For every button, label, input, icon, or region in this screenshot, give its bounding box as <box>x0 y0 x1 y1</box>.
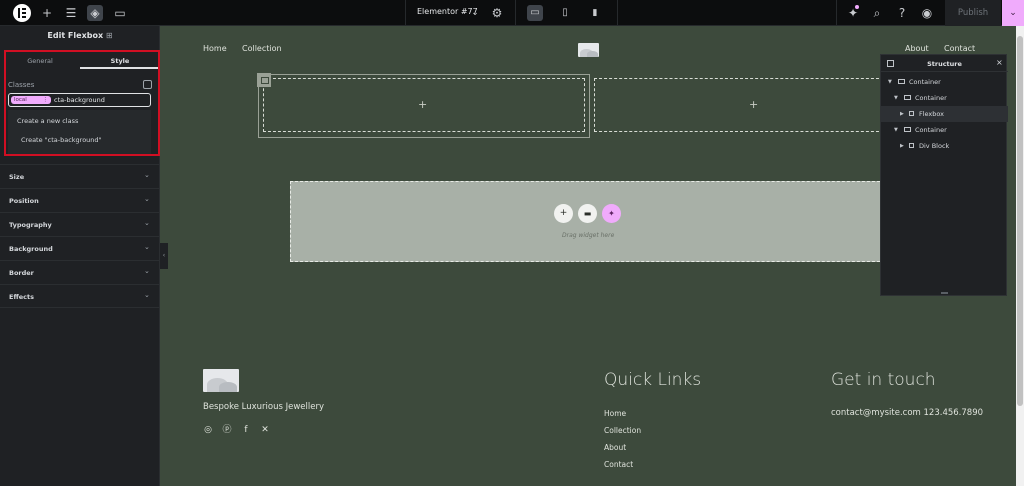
structure-item-container[interactable]: ▼ Container <box>881 122 1008 138</box>
container-icon <box>904 95 911 100</box>
chevron-down-icon: ⌄ <box>144 195 150 203</box>
container-icon <box>904 127 911 132</box>
chevron-down-icon: ⌄ <box>144 267 150 275</box>
top-bar: + ☰ ◈ ▭ Elementor #77 ⌄ ⚙ ▭ ▯ ▮ ✦ ⌕ ? ◉ … <box>0 0 1024 26</box>
section-typography[interactable]: Typography ⌄ <box>0 212 160 236</box>
structure-item-container[interactable]: ▼ Container <box>881 74 1008 90</box>
chevron-down-icon: ⌄ <box>144 219 150 227</box>
caret-down-icon: ▼ <box>894 127 898 133</box>
elementor-logo-icon[interactable] <box>13 4 31 22</box>
tablet-view-icon[interactable]: ▯ <box>557 5 573 21</box>
caret-down-icon: ▼ <box>894 95 898 101</box>
footer-tagline: Bespoke Luxurious Jewellery <box>203 402 324 412</box>
nav-link-contact[interactable]: Contact <box>944 44 975 53</box>
section-background[interactable]: Background ⌄ <box>0 236 160 260</box>
structure-icon[interactable]: ◈ <box>87 5 103 21</box>
chevron-down-icon: ⌄ <box>144 243 150 251</box>
nav-link-collection[interactable]: Collection <box>242 44 282 53</box>
add-widget-plus-icon[interactable]: + <box>418 98 427 111</box>
notification-dot <box>855 5 859 9</box>
contact-info: contact@mysite.com 123.456.7890 <box>831 408 984 418</box>
editor-panel: Edit Flexbox ⊞ General Style Classes loc… <box>0 26 160 486</box>
section-size[interactable]: Size ⌄ <box>0 164 160 188</box>
chevron-down-icon[interactable]: ⌄ <box>467 5 483 21</box>
page-settings-gear-icon[interactable]: ⚙ <box>489 5 505 21</box>
chevron-down-icon: ⌄ <box>144 171 150 179</box>
structure-item-flexbox[interactable]: ▶ Flexbox <box>881 106 1008 122</box>
mobile-view-icon[interactable]: ▮ <box>587 5 603 21</box>
widget-type-icon: ⊞ <box>105 31 113 40</box>
caret-right-icon: ▶ <box>900 111 904 117</box>
chevron-down-icon: ⌄ <box>144 291 150 299</box>
resize-grip-icon[interactable] <box>941 292 948 294</box>
nav-link-about[interactable]: About <box>905 44 929 53</box>
publish-options-chevron-icon[interactable]: ⌄ <box>1002 0 1024 26</box>
nav-link-home[interactable]: Home <box>203 44 227 53</box>
collapse-panel-button[interactable]: ‹ <box>160 243 168 269</box>
x-icon[interactable]: ✕ <box>259 424 271 436</box>
help-icon[interactable]: ? <box>894 5 910 21</box>
structure-header: Structure × <box>881 55 1008 72</box>
div-block-dropzone[interactable] <box>594 78 884 132</box>
ai-sparkle-icon[interactable]: ✦ <box>602 204 621 223</box>
panel-title: Edit Flexbox ⊞ <box>47 31 113 40</box>
section-effects[interactable]: Effects ⌄ <box>0 284 160 308</box>
drag-widget-hint: Drag widget here <box>562 232 615 239</box>
quick-links-heading: Quick Links <box>604 370 702 390</box>
add-section-plus-icon[interactable]: + <box>554 204 573 223</box>
footer-link-collection[interactable]: Collection <box>604 426 641 435</box>
section-position[interactable]: Position ⌄ <box>0 188 160 212</box>
instagram-icon[interactable]: ◎ <box>202 424 214 436</box>
get-in-touch-heading: Get in touch <box>831 370 936 390</box>
flexbox-icon <box>909 111 914 116</box>
footer-link-home[interactable]: Home <box>604 409 626 418</box>
structure-item-container[interactable]: ▼ Container <box>881 90 1008 106</box>
site-settings-icon[interactable]: ☰ <box>63 5 79 21</box>
container-icon <box>898 79 905 84</box>
div-block-icon <box>909 143 914 148</box>
structure-item-div-block[interactable]: ▶ Div Block <box>881 138 1008 154</box>
comments-icon[interactable]: ▭ <box>112 5 128 21</box>
facebook-icon[interactable]: f <box>240 424 252 436</box>
pinterest-icon[interactable]: ⓟ <box>221 424 233 436</box>
publish-button[interactable]: Publish <box>945 0 1001 26</box>
highlight-annotation <box>4 50 160 156</box>
scrollbar-thumb[interactable] <box>1017 36 1023 406</box>
template-library-folder-icon[interactable]: ▬ <box>578 204 597 223</box>
search-icon[interactable]: ⌕ <box>869 5 885 21</box>
add-element-icon[interactable]: + <box>39 5 55 21</box>
footer-link-contact[interactable]: Contact <box>604 460 633 469</box>
footer-logo-image[interactable] <box>203 369 239 392</box>
preview-eye-icon[interactable]: ◉ <box>919 5 935 21</box>
structure-panel: Structure × ▼ Container ▼ Container ▶ Flexb… <box>880 54 1008 296</box>
caret-down-icon: ▼ <box>888 79 892 85</box>
close-icon[interactable]: × <box>996 58 1003 67</box>
add-widget-plus-icon[interactable]: + <box>749 98 758 111</box>
structure-title: Structure <box>927 60 962 68</box>
desktop-view-icon[interactable]: ▭ <box>527 5 543 21</box>
site-logo-image[interactable] <box>578 43 599 57</box>
section-border[interactable]: Border ⌄ <box>0 260 160 284</box>
caret-right-icon: ▶ <box>900 143 904 149</box>
container-handle-icon[interactable] <box>257 73 271 87</box>
footer-link-about[interactable]: About <box>604 443 626 452</box>
